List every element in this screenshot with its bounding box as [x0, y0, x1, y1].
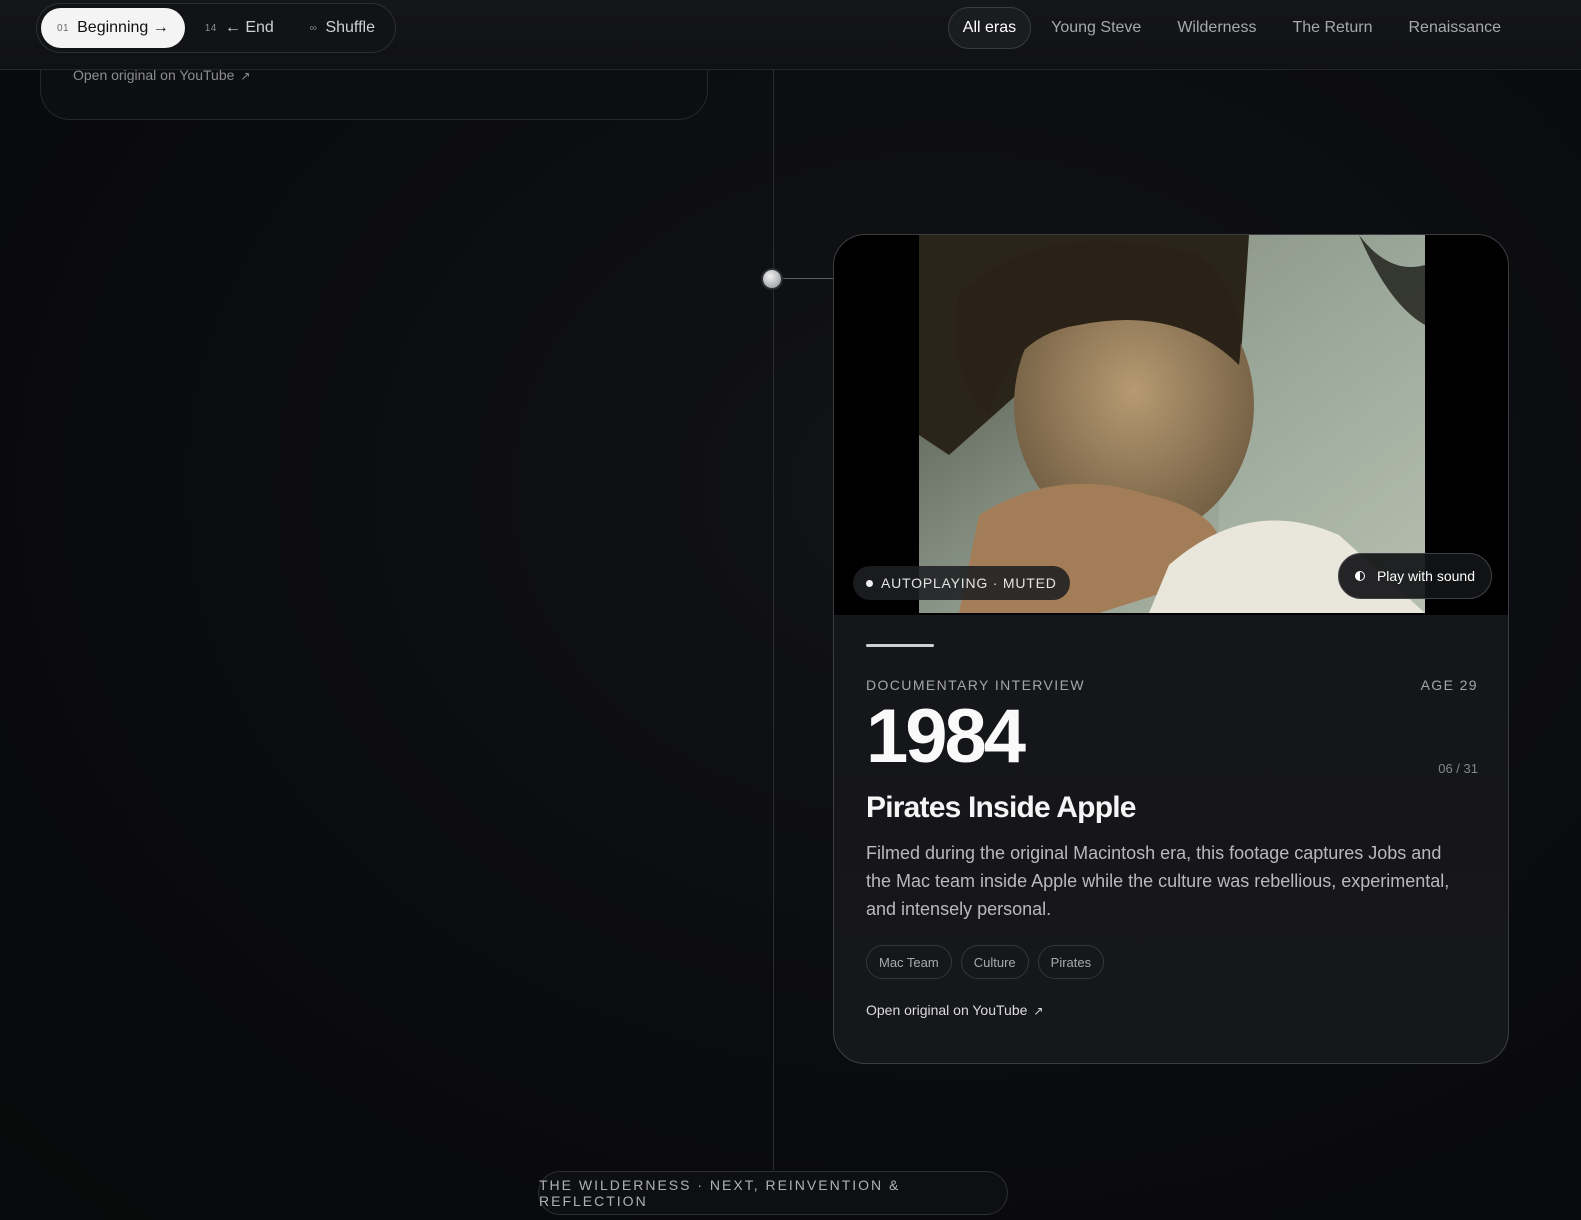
external-link-icon: ↗ — [1033, 1004, 1044, 1018]
nav-number: ∞ — [309, 22, 318, 34]
sound-icon — [1354, 571, 1365, 581]
accent-divider — [866, 644, 934, 647]
external-link-icon: ↗ — [240, 69, 251, 83]
beginning-button[interactable]: 01 Beginning → — [41, 8, 185, 48]
timeline-line — [773, 70, 774, 1170]
era-tab-young-steve[interactable]: Young Steve — [1035, 7, 1157, 49]
tag-mac-team[interactable]: Mac Team — [866, 945, 952, 979]
shuffle-button[interactable]: ∞ Shuffle — [294, 8, 391, 48]
era-transition-label: THE WILDERNESS · NEXT, REINVENTION & REF… — [539, 1177, 901, 1209]
video-player[interactable]: AUTOPLAYING · MUTED Play with sound — [834, 235, 1508, 615]
nav-label: ← End — [224, 19, 274, 36]
card-title: Pirates Inside Apple — [866, 791, 1136, 824]
play-with-sound-button[interactable]: Play with sound — [1337, 553, 1492, 599]
timeline-marker[interactable] — [763, 270, 781, 288]
era-tab-the-return[interactable]: The Return — [1276, 7, 1388, 49]
timeline-connector — [781, 278, 833, 279]
timeline-card: AUTOPLAYING · MUTED Play with sound DOCU… — [833, 234, 1509, 1064]
status-dot-icon — [866, 579, 873, 587]
era-filter: All eras Young Steve Wilderness The Retu… — [947, 7, 1518, 49]
card-index: 06 / 31 — [1438, 761, 1478, 776]
autoplay-badge: AUTOPLAYING · MUTED — [853, 566, 1070, 600]
top-bar: 01 Beginning → 14 ← End ∞ Shuffle All er… — [0, 0, 1581, 70]
youtube-link[interactable]: Open original on YouTube ↗ — [866, 1002, 1043, 1018]
end-button[interactable]: 14 ← End — [189, 8, 290, 48]
card-description: Filmed during the original Macintosh era… — [866, 843, 1450, 919]
nav-number: 01 — [57, 22, 70, 34]
tag-pirates[interactable]: Pirates — [1037, 945, 1105, 979]
autoplay-label: AUTOPLAYING · MUTED — [881, 575, 1057, 591]
timeline-nav: 01 Beginning → 14 ← End ∞ Shuffle — [36, 3, 396, 53]
tag-list: Mac Team Culture Pirates — [866, 945, 1105, 979]
era-tab-renaissance[interactable]: Renaissance — [1393, 7, 1518, 49]
card-year: 1984 — [866, 694, 1026, 779]
era-tab-all[interactable]: All eras — [947, 7, 1032, 49]
card-kind: DOCUMENTARY INTERVIEW — [866, 677, 1085, 693]
link-label: Open original on YouTube — [866, 1002, 1028, 1018]
card-age: AGE 29 — [1420, 677, 1478, 693]
nav-number: 14 — [204, 22, 217, 34]
tag-culture[interactable]: Culture — [960, 945, 1029, 979]
era-transition-pill: THE WILDERNESS · NEXT, REINVENTION & REF… — [538, 1171, 1008, 1215]
nav-label: Beginning → — [77, 19, 169, 36]
era-tab-wilderness[interactable]: Wilderness — [1161, 7, 1272, 49]
nav-label: Shuffle — [325, 19, 375, 36]
sound-button-label: Play with sound — [1376, 568, 1475, 584]
